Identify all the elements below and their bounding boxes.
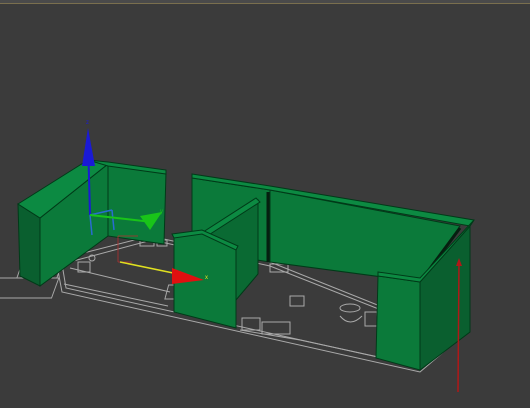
fixture-item — [364, 311, 378, 327]
wall-right-front[interactable] — [375, 275, 421, 371]
viewport-scene[interactable]: z y x — [0, 0, 530, 408]
wall-left-partition-side[interactable] — [107, 163, 167, 245]
gizmo-x-label: x — [205, 275, 208, 281]
viewport-window[interactable]: z y x — [0, 0, 530, 408]
gizmo-z-label: z — [86, 120, 89, 126]
gizmo-z-arrow-icon[interactable] — [82, 128, 95, 166]
furniture-chair — [241, 317, 261, 331]
furniture-chair — [289, 295, 305, 307]
fixture-basin — [339, 315, 363, 323]
gizmo-y-label: y — [160, 209, 163, 215]
fixture-sink — [339, 303, 361, 313]
gizmo-x-axis[interactable] — [119, 261, 179, 275]
